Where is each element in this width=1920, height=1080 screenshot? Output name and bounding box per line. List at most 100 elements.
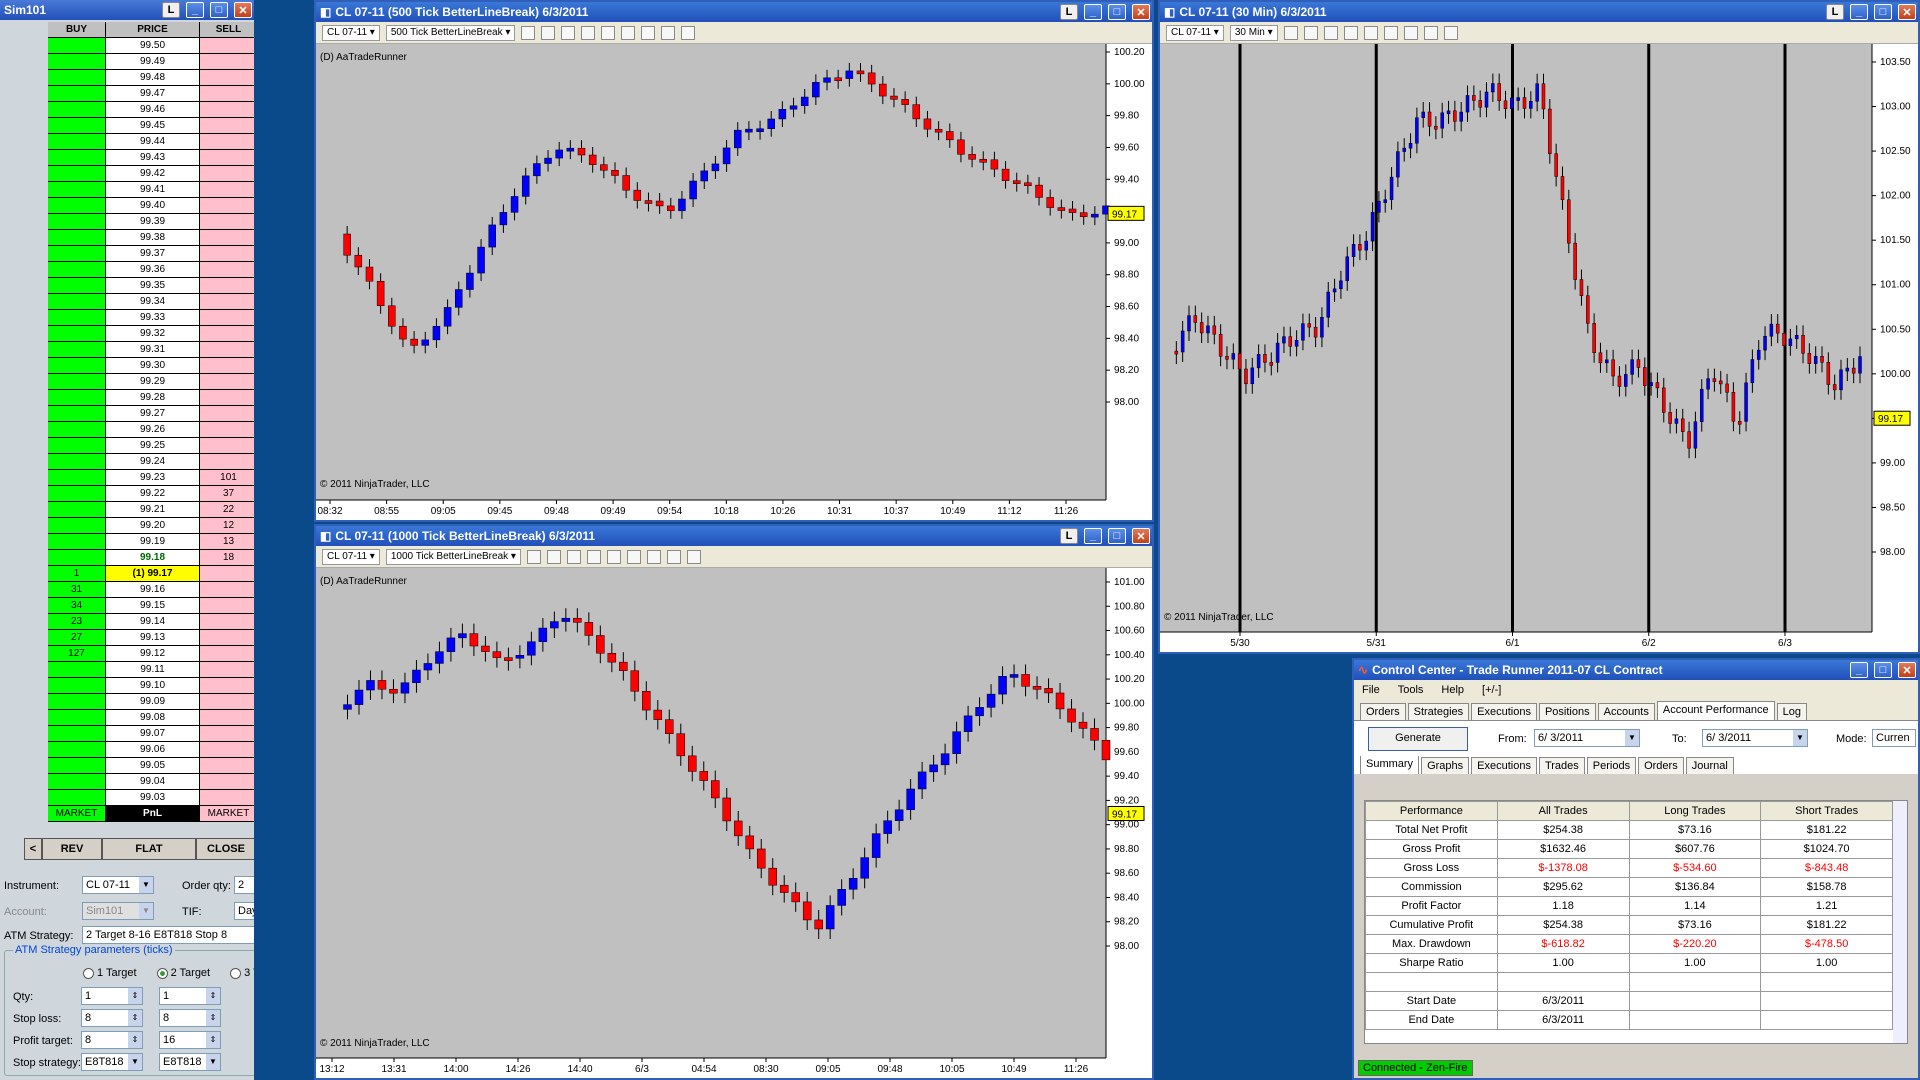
sell-cell[interactable] <box>200 150 254 165</box>
draw-tool-icon[interactable] <box>1323 25 1338 40</box>
sell-cell[interactable] <box>200 246 254 261</box>
period-selector[interactable]: 30 Min ▾ <box>1229 24 1278 41</box>
minimize-button[interactable]: _ <box>1850 4 1868 20</box>
subtab-orders[interactable]: Orders <box>1638 757 1684 774</box>
properties-icon[interactable] <box>686 549 701 564</box>
buy-cell[interactable] <box>48 182 106 197</box>
chart1-titlebar[interactable]: ◧ CL 07-11 (500 Tick BetterLineBreak) 6/… <box>316 2 1152 22</box>
sell-cell[interactable] <box>200 326 254 341</box>
menu-file[interactable]: File <box>1362 684 1380 696</box>
sell-cell[interactable] <box>200 630 254 645</box>
sell-cell[interactable] <box>200 678 254 693</box>
from-date-picker[interactable]: 6/ 3/2011 ▼ <box>1534 729 1640 747</box>
zoom-icon[interactable] <box>601 25 616 40</box>
buy-cell[interactable] <box>48 150 106 165</box>
sell-cell[interactable] <box>200 438 254 453</box>
profit-target-2-stepper[interactable]: 16 ⇕ <box>159 1031 221 1049</box>
buy-cell[interactable] <box>48 710 106 725</box>
indicators-icon[interactable] <box>621 25 636 40</box>
sell-cell[interactable] <box>200 198 254 213</box>
tab-log[interactable]: Log <box>1776 703 1807 720</box>
stop-strategy-2-select[interactable]: E8T818 ▼ <box>159 1053 221 1071</box>
buy-cell[interactable] <box>48 262 106 277</box>
subtab-periods[interactable]: Periods <box>1586 757 1637 774</box>
stop-strategy-1-select[interactable]: E8T818 ▼ <box>81 1053 143 1071</box>
dollar-icon[interactable] <box>1423 25 1438 40</box>
buy-market-button[interactable]: MARKET <box>48 806 106 821</box>
sell-cell[interactable] <box>200 230 254 245</box>
dollar-icon[interactable] <box>661 25 676 40</box>
indicators-icon[interactable] <box>1383 25 1398 40</box>
chart1-plot[interactable]: 100.20100.0099.8099.6099.4099.2099.0098.… <box>316 44 1152 520</box>
buy-cell[interactable]: 127 <box>48 646 106 661</box>
sell-cell[interactable] <box>200 582 254 597</box>
buy-cell[interactable]: 34 <box>48 598 106 613</box>
profit-target-1-stepper[interactable]: 8 ⇕ <box>81 1031 143 1049</box>
zoom-icon[interactable] <box>1363 25 1378 40</box>
sell-cell[interactable] <box>200 118 254 133</box>
qty-1-stepper[interactable]: 1 ⇕ <box>81 987 143 1005</box>
buy-cell[interactable] <box>48 358 106 373</box>
minimize-button[interactable]: _ <box>1084 4 1102 20</box>
close-button[interactable]: ✕ <box>234 2 252 18</box>
buy-cell[interactable] <box>48 742 106 757</box>
qty-2-stepper[interactable]: 1 ⇕ <box>159 987 221 1005</box>
draw-tool-icon[interactable] <box>561 25 576 40</box>
reverse-button[interactable]: REV <box>42 838 102 860</box>
tif-select[interactable]: Day▼ <box>234 902 254 920</box>
stop-loss-1-stepper[interactable]: 8 ⇕ <box>81 1009 143 1027</box>
sell-cell[interactable] <box>200 742 254 757</box>
close-button[interactable]: ✕ <box>1898 662 1916 678</box>
mode-select[interactable]: Curren <box>1872 729 1916 747</box>
instrument-selector[interactable]: CL 07-11 ▾ <box>322 548 380 565</box>
buy-cell[interactable] <box>48 678 106 693</box>
sell-cell[interactable]: 37 <box>200 486 254 501</box>
buy-cell[interactable] <box>48 214 106 229</box>
sell-cell[interactable] <box>200 646 254 661</box>
sell-cell[interactable] <box>200 374 254 389</box>
sell-cell[interactable] <box>200 262 254 277</box>
buy-cell[interactable] <box>48 774 106 789</box>
buy-cell[interactable] <box>48 486 106 501</box>
strategies-icon[interactable] <box>1403 25 1418 40</box>
pencil-icon[interactable] <box>541 25 556 40</box>
buy-cell[interactable] <box>48 518 106 533</box>
sell-cell[interactable] <box>200 662 254 677</box>
sell-cell[interactable] <box>200 166 254 181</box>
buy-cell[interactable] <box>48 374 106 389</box>
subtab-graphs[interactable]: Graphs <box>1421 757 1470 774</box>
sell-cell[interactable]: 22 <box>200 502 254 517</box>
sell-cell[interactable] <box>200 134 254 149</box>
sell-cell[interactable] <box>200 86 254 101</box>
tab-positions[interactable]: Positions <box>1538 703 1596 720</box>
buy-cell[interactable] <box>48 502 106 517</box>
crosshair-icon[interactable] <box>1343 25 1358 40</box>
sell-cell[interactable] <box>200 54 254 69</box>
sell-cell[interactable] <box>200 454 254 469</box>
buy-cell[interactable] <box>48 470 106 485</box>
crosshair-icon[interactable] <box>581 25 596 40</box>
generate-button[interactable]: Generate <box>1368 727 1468 751</box>
sell-cell[interactable] <box>200 422 254 437</box>
chart3-plot[interactable]: 103.50 103.00 102.50 102.00 101.50 101.00 100.… <box>1160 44 1918 652</box>
tab-orders[interactable]: Orders <box>1360 703 1406 720</box>
sell-cell[interactable] <box>200 774 254 789</box>
close-button[interactable]: ✕ <box>1132 528 1150 544</box>
indicators-icon[interactable] <box>626 549 641 564</box>
bar-type-icon[interactable] <box>526 549 541 564</box>
sell-cell[interactable] <box>200 710 254 725</box>
buy-cell[interactable] <box>48 310 106 325</box>
flatten-button[interactable]: FLAT <box>102 838 196 860</box>
link-button[interactable]: L <box>1826 4 1844 20</box>
stop-loss-2-stepper[interactable]: 8 ⇕ <box>159 1009 221 1027</box>
sell-cell[interactable] <box>200 310 254 325</box>
sell-cell[interactable] <box>200 182 254 197</box>
sell-cell[interactable]: 13 <box>200 534 254 549</box>
menu-help[interactable]: Help <box>1441 684 1464 696</box>
zoom-icon[interactable] <box>606 549 621 564</box>
radio-2-target[interactable]: 2 Target <box>156 967 210 979</box>
sell-cell[interactable]: 101 <box>200 470 254 485</box>
atm-strategy-select[interactable]: 2 Target 8-16 E8T818 Stop 8▼ <box>82 926 254 944</box>
sell-cell[interactable] <box>200 390 254 405</box>
sell-cell[interactable]: 12 <box>200 518 254 533</box>
